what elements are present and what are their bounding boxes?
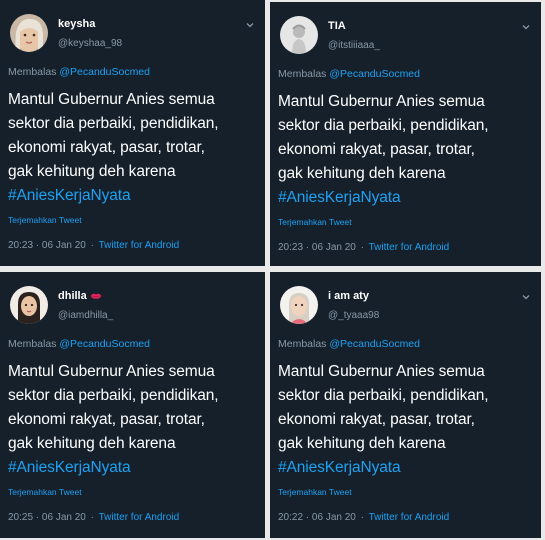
kiss-lips-emoji-icon: [90, 293, 102, 299]
meta-separator: ·: [360, 512, 364, 523]
meta-separator: ·: [360, 242, 364, 253]
translate-tweet-link[interactable]: Terjemahkan Tweet: [8, 215, 82, 225]
chevron-down-icon[interactable]: [521, 22, 531, 32]
reply-context: Membalas @PecanduSocmed: [8, 66, 150, 78]
tweet-text-line: sektor dia perbaiki, pendidikan,: [278, 387, 489, 404]
reply-prefix: Membalas: [278, 68, 327, 80]
tweet-timestamp[interactable]: 20:25 · 06 Jan 20: [8, 512, 86, 523]
avatar[interactable]: [280, 286, 318, 324]
tweet-source-link[interactable]: Twitter for Android: [369, 512, 450, 523]
tweet-text-line: ekonomi rakyat, pasar, trotar,: [278, 411, 475, 428]
reply-context: Membalas @PecanduSocmed: [278, 338, 420, 350]
tweet-text-line: Mantul Gubernur Anies semua: [278, 93, 485, 110]
meta-separator: ·: [90, 512, 94, 523]
tweet-text-line: Mantul Gubernur Anies semua: [278, 363, 485, 380]
user-handle: @_tyaaa98: [328, 310, 380, 321]
reply-mention-link[interactable]: @PecanduSocmed: [59, 338, 150, 350]
display-name[interactable]: dhilla: [58, 290, 102, 302]
chevron-down-icon[interactable]: [245, 20, 255, 30]
tweet-timestamp[interactable]: 20:23 · 06 Jan 20: [278, 242, 356, 253]
tweet-meta: 20:25 · 06 Jan 20 · Twitter for Android: [8, 512, 179, 523]
user-handle: @keyshaa_98: [58, 38, 123, 49]
reply-context: Membalas @PecanduSocmed: [8, 338, 150, 350]
reply-mention-link[interactable]: @PecanduSocmed: [329, 68, 420, 80]
hashtag-link[interactable]: #AniesKerjaNyata: [278, 186, 535, 210]
tweet-text-line: gak kehitung deh karena: [278, 435, 446, 452]
hashtag-link[interactable]: #AniesKerjaNyata: [8, 456, 259, 480]
hashtag-link[interactable]: #AniesKerjaNyata: [278, 456, 535, 480]
tweet-text-line: ekonomi rakyat, pasar, trotar,: [278, 141, 475, 158]
display-name[interactable]: TIA: [328, 20, 346, 32]
reply-prefix: Membalas: [8, 338, 57, 350]
tweet-meta: 20:23 · 06 Jan 20 · Twitter for Android: [8, 240, 179, 251]
reply-mention-link[interactable]: @PecanduSocmed: [59, 66, 150, 78]
tweet-text-line: ekonomi rakyat, pasar, trotar,: [8, 411, 205, 428]
tweet-card[interactable]: TIA @itstiiiaaa_ Membalas @PecanduSocmed…: [270, 2, 541, 266]
tweet-card[interactable]: dhilla @iamdhilla_ Membalas @PecanduSocm…: [0, 272, 265, 538]
user-handle: @itstiiiaaa_: [328, 40, 380, 51]
hashtag-link[interactable]: #AniesKerjaNyata: [8, 184, 259, 208]
translate-tweet-link[interactable]: Terjemahkan Tweet: [278, 217, 352, 227]
tweet-text-line: Mantul Gubernur Anies semua: [8, 363, 215, 380]
tweet-card[interactable]: keysha @keyshaa_98 Membalas @PecanduSocm…: [0, 0, 265, 266]
tweet-text-line: gak kehitung deh karena: [278, 165, 446, 182]
tweet-card[interactable]: i am aty @_tyaaa98 Membalas @PecanduSocm…: [270, 272, 541, 538]
tweet-text: Mantul Gubernur Anies semua sektor dia p…: [8, 360, 259, 480]
tweet-meta: 20:23 · 06 Jan 20 · Twitter for Android: [278, 242, 449, 253]
tweet-text-line: sektor dia perbaiki, pendidikan,: [8, 387, 219, 404]
avatar[interactable]: [280, 16, 318, 54]
display-name-text: dhilla: [58, 290, 87, 302]
tweet-timestamp[interactable]: 20:23 · 06 Jan 20: [8, 240, 86, 251]
avatar[interactable]: [10, 286, 48, 324]
reply-mention-link[interactable]: @PecanduSocmed: [329, 338, 420, 350]
tweet-text: Mantul Gubernur Anies semua sektor dia p…: [8, 88, 259, 208]
tweet-text: Mantul Gubernur Anies semua sektor dia p…: [278, 360, 535, 480]
chevron-down-icon[interactable]: [521, 292, 531, 302]
display-name[interactable]: keysha: [58, 18, 95, 30]
reply-context: Membalas @PecanduSocmed: [278, 68, 420, 80]
tweet-text-line: sektor dia perbaiki, pendidikan,: [8, 115, 219, 132]
tweet-text-line: gak kehitung deh karena: [8, 163, 176, 180]
display-name[interactable]: i am aty: [328, 290, 369, 302]
tweet-text-line: Mantul Gubernur Anies semua: [8, 91, 215, 108]
tweet-text-line: sektor dia perbaiki, pendidikan,: [278, 117, 489, 134]
tweet-timestamp[interactable]: 20:22 · 06 Jan 20: [278, 512, 356, 523]
reply-prefix: Membalas: [8, 66, 57, 78]
reply-prefix: Membalas: [278, 338, 327, 350]
tweet-text: Mantul Gubernur Anies semua sektor dia p…: [278, 90, 535, 210]
avatar[interactable]: [10, 14, 48, 52]
tweet-text-line: ekonomi rakyat, pasar, trotar,: [8, 139, 205, 156]
translate-tweet-link[interactable]: Terjemahkan Tweet: [278, 487, 352, 497]
tweet-text-line: gak kehitung deh karena: [8, 435, 176, 452]
tweet-source-link[interactable]: Twitter for Android: [99, 512, 180, 523]
tweet-source-link[interactable]: Twitter for Android: [99, 240, 180, 251]
tweet-source-link[interactable]: Twitter for Android: [369, 242, 450, 253]
tweet-meta: 20:22 · 06 Jan 20 · Twitter for Android: [278, 512, 449, 523]
user-handle: @iamdhilla_: [58, 310, 114, 321]
meta-separator: ·: [90, 240, 94, 251]
translate-tweet-link[interactable]: Terjemahkan Tweet: [8, 487, 82, 497]
